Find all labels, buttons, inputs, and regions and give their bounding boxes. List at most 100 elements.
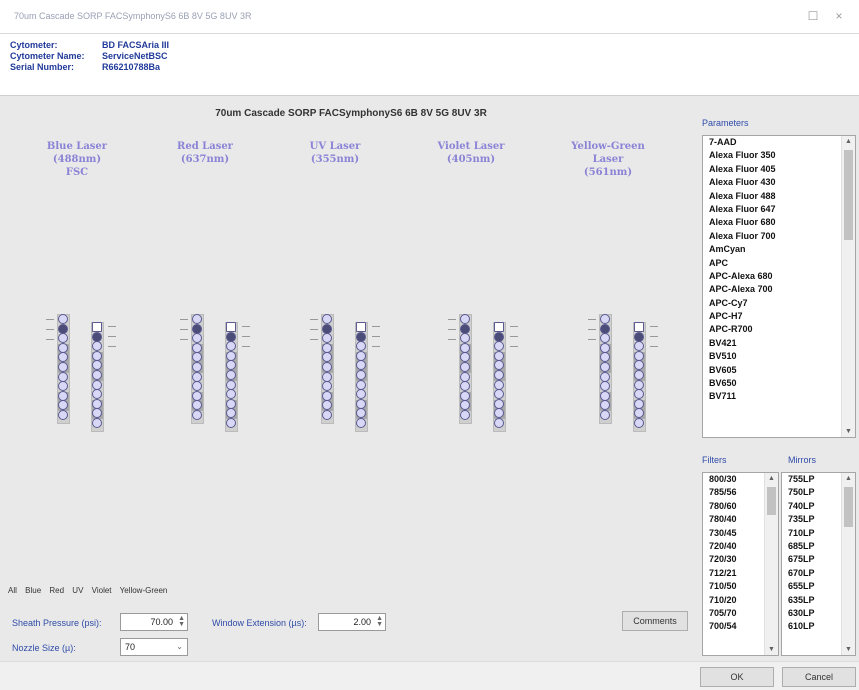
detector-pmt[interactable] — [356, 331, 366, 342]
parameter-item[interactable]: Alexa Fluor 700 — [703, 230, 855, 243]
detector-pmt[interactable] — [634, 331, 644, 342]
parameters-list[interactable]: 7-AAD Alexa Fluor 350 Alexa Fluor 405 Alexa… — [702, 135, 856, 438]
detector-pmt[interactable] — [460, 362, 470, 372]
parameter-item[interactable]: APC-Alexa 700 — [703, 283, 855, 296]
detector-pmt[interactable] — [226, 350, 236, 361]
tab-all[interactable]: All — [8, 586, 17, 595]
detector-pmt[interactable] — [494, 418, 504, 428]
parameter-item[interactable]: APC-H7 — [703, 310, 855, 323]
tab-violet[interactable]: Violet — [92, 586, 112, 595]
detector-pmt[interactable] — [92, 418, 102, 428]
detector-pmt[interactable] — [494, 331, 504, 342]
detector-pmt[interactable] — [58, 342, 68, 353]
cancel-button[interactable]: Cancel — [782, 667, 856, 687]
ok-button[interactable]: OK — [700, 667, 774, 687]
detector-pmt[interactable] — [494, 379, 504, 390]
detector-pmt[interactable] — [356, 370, 366, 380]
parameter-item[interactable]: Alexa Fluor 488 — [703, 190, 855, 203]
detector-pmt[interactable] — [322, 410, 332, 420]
detector-pmt[interactable] — [226, 322, 236, 332]
scrollbar-thumb[interactable] — [844, 150, 853, 240]
detector-pmt[interactable] — [58, 323, 68, 334]
detector-pmt[interactable] — [226, 379, 236, 390]
detector-array-red[interactable] — [178, 314, 264, 444]
detector-pmt[interactable] — [58, 314, 68, 324]
detector-pmt[interactable] — [460, 410, 470, 420]
parameter-item[interactable]: Alexa Fluor 430 — [703, 176, 855, 189]
detector-pmt[interactable] — [460, 390, 470, 401]
detector-pmt[interactable] — [600, 390, 610, 401]
detector-pmt[interactable] — [634, 370, 644, 380]
tab-red[interactable]: Red — [49, 586, 64, 595]
detector-pmt[interactable] — [58, 390, 68, 401]
detector-pmt[interactable] — [356, 379, 366, 390]
detector-pmt[interactable] — [58, 371, 68, 382]
detector-pmt[interactable] — [494, 370, 504, 380]
detector-pmt[interactable] — [192, 371, 202, 382]
detector-pmt[interactable] — [192, 323, 202, 334]
detector-pmt[interactable] — [92, 370, 102, 380]
laser-red[interactable]: Red Laser (637nm) — [150, 140, 260, 166]
scroll-up-icon[interactable]: ▲ — [842, 475, 855, 482]
detector-pmt[interactable] — [192, 314, 202, 324]
comments-button[interactable]: Comments — [622, 611, 688, 631]
detector-pmt[interactable] — [634, 418, 644, 428]
parameter-item[interactable]: APC-Cy7 — [703, 297, 855, 310]
filters-list[interactable]: 800/30 785/56 780/60 780/40 730/45 720/40 720/… — [702, 472, 779, 656]
parameter-item[interactable]: BV711 — [703, 390, 855, 403]
laser-violet[interactable]: Violet Laser (405nm) — [416, 140, 526, 166]
parameter-item[interactable]: Alexa Fluor 680 — [703, 216, 855, 229]
window-extension-spinner-icon[interactable]: ▲ ▼ — [376, 615, 383, 628]
detector-pmt[interactable] — [92, 398, 102, 409]
detector-array-uv[interactable] — [308, 314, 394, 444]
parameter-item[interactable]: BV421 — [703, 337, 855, 350]
parameter-item[interactable]: APC-R700 — [703, 323, 855, 336]
mirrors-list[interactable]: 755LP 750LP 740LP 735LP 710LP 685LP 675LP 670LP… — [781, 472, 856, 656]
scroll-up-icon[interactable]: ▲ — [765, 475, 778, 482]
detector-pmt[interactable] — [92, 322, 102, 332]
scroll-up-icon[interactable]: ▲ — [842, 138, 855, 145]
window-extension-input[interactable]: 2.00 ▲ ▼ — [318, 613, 386, 631]
detector-array-violet[interactable] — [446, 314, 532, 444]
detector-pmt[interactable] — [192, 390, 202, 401]
sheath-pressure-input[interactable]: 70.00 ▲ ▼ — [120, 613, 188, 631]
detector-pmt[interactable] — [192, 410, 202, 420]
detector-array-yellow-green[interactable] — [586, 314, 672, 444]
detector-pmt[interactable] — [92, 350, 102, 361]
detector-pmt[interactable] — [192, 362, 202, 372]
detector-pmt[interactable] — [226, 418, 236, 428]
parameter-item[interactable]: APC-Alexa 680 — [703, 270, 855, 283]
detector-pmt[interactable] — [192, 342, 202, 353]
detector-pmt[interactable] — [356, 350, 366, 361]
scrollbar-thumb[interactable] — [844, 487, 853, 527]
scroll-down-icon[interactable]: ▼ — [842, 646, 855, 653]
detector-pmt[interactable] — [322, 323, 332, 334]
detector-pmt[interactable] — [600, 410, 610, 420]
detector-pmt[interactable] — [600, 362, 610, 372]
nozzle-size-select[interactable]: 70 ⌄ — [120, 638, 188, 656]
tab-blue[interactable]: Blue — [25, 586, 41, 595]
laser-uv[interactable]: UV Laser (355nm) — [280, 140, 390, 166]
sheath-pressure-spinner-icon[interactable]: ▲ ▼ — [178, 615, 185, 628]
detector-pmt[interactable] — [322, 371, 332, 382]
parameter-item[interactable]: BV510 — [703, 350, 855, 363]
detector-pmt[interactable] — [356, 418, 366, 428]
detector-pmt[interactable] — [600, 371, 610, 382]
scrollbar-thumb[interactable] — [767, 487, 776, 515]
detector-pmt[interactable] — [600, 342, 610, 353]
detector-pmt[interactable] — [322, 390, 332, 401]
parameter-item[interactable]: BV650 — [703, 377, 855, 390]
parameter-item[interactable]: AmCyan — [703, 243, 855, 256]
laser-yellow-green[interactable]: Yellow-Green Laser (561nm) — [553, 140, 663, 179]
detector-array-blue[interactable] — [44, 314, 130, 444]
tab-yellow-green[interactable]: Yellow-Green — [120, 586, 168, 595]
detector-pmt[interactable] — [494, 398, 504, 409]
detector-pmt[interactable] — [322, 342, 332, 353]
filters-scrollbar[interactable]: ▲ ▼ — [764, 473, 778, 655]
detector-pmt[interactable] — [226, 331, 236, 342]
detector-pmt[interactable] — [600, 314, 610, 324]
detector-pmt[interactable] — [460, 323, 470, 334]
parameter-item[interactable]: Alexa Fluor 647 — [703, 203, 855, 216]
detector-pmt[interactable] — [58, 362, 68, 372]
detector-pmt[interactable] — [58, 410, 68, 420]
